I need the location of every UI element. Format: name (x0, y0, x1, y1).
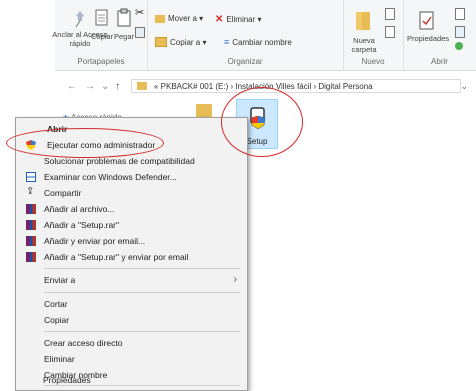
winrar-icon (26, 236, 36, 246)
menu-item-add-and-email[interactable]: Añadir y enviar por email... (16, 233, 247, 249)
move-to-icon (155, 14, 165, 23)
menu-item-add-to-setup-rar[interactable]: Añadir a "Setup.rar" (16, 217, 247, 233)
rename-button[interactable]: ≡ Cambiar nombre (224, 37, 292, 47)
winrar-icon (26, 220, 36, 230)
menu-item-label: Añadir a "Setup.rar" y enviar por email (44, 252, 189, 262)
ribbon-group-new: Nueva carpeta Nuevo (343, 0, 404, 70)
properties-button[interactable]: Propiedades (407, 10, 450, 43)
address-field[interactable]: « PKBACK# 001 (E:) › Instalación Villes … (131, 79, 461, 93)
annotation-ellipse-setup (221, 87, 303, 157)
menu-item-send-to[interactable]: Enviar a › (16, 272, 247, 288)
new-item-icon[interactable] (385, 8, 395, 20)
annotation-ellipse-run-as-admin (6, 128, 164, 158)
address-folder-icon (137, 82, 147, 90)
menu-separator (44, 268, 240, 269)
copy-to-label: Copiar a ▾ (170, 37, 207, 47)
copy-path-icon[interactable] (135, 27, 145, 38)
back-arrow-icon[interactable]: ← (67, 81, 77, 92)
new-folder-icon (356, 12, 370, 30)
delete-icon: ✕ (215, 14, 224, 25)
ribbon: Anclar al Acceso rápido Copiar Pegar ✂ P… (52, 0, 476, 71)
menu-item-label: Añadir al archivo... (44, 204, 115, 214)
menu-item-label: Añadir y enviar por email... (44, 236, 146, 246)
menu-separator (44, 292, 240, 293)
delete-button[interactable]: ✕ Eliminar ▾ (215, 14, 262, 25)
menu-item-properties[interactable]: Propiedades (15, 372, 246, 388)
rename-label: Cambiar nombre (232, 37, 292, 47)
cut-icon[interactable]: ✂ (135, 6, 144, 19)
menu-item-add-to-archive[interactable]: Añadir al archivo... (16, 201, 247, 217)
recent-chevron-icon[interactable]: ⌄ (101, 81, 109, 92)
open-icon[interactable] (455, 8, 465, 20)
winrar-icon (26, 252, 36, 262)
paste-button[interactable]: Pegar (113, 8, 135, 41)
properties-label: Propiedades (407, 34, 450, 43)
paste-icon (117, 8, 131, 27)
share-icon: ⇪ (26, 186, 35, 197)
menu-item-create-shortcut[interactable]: Crear acceso directo (16, 335, 247, 351)
copy-to-icon (155, 37, 167, 47)
menu-item-add-setup-rar-and-email[interactable]: Añadir a "Setup.rar" y enviar por email (16, 249, 247, 265)
easy-access-icon[interactable] (385, 26, 395, 38)
ribbon-group-organize: Mover a ▾ ✕ Eliminar ▾ Copiar a ▾ ≡ Camb… (147, 0, 344, 70)
pin-icon (75, 11, 84, 28)
forward-arrow-icon[interactable]: → (85, 81, 95, 92)
menu-item-defender[interactable]: Examinar con Windows Defender... (16, 169, 247, 185)
menu-item-label: Propiedades (43, 375, 91, 385)
menu-separator (44, 331, 240, 332)
new-folder-button[interactable]: Nueva carpeta (347, 8, 381, 54)
address-dropdown-icon[interactable]: ⌄ (460, 81, 468, 92)
edit-icon[interactable] (455, 26, 465, 38)
submenu-arrow-icon: › (233, 274, 237, 285)
menu-item-label: Cortar (44, 299, 68, 309)
menu-item-label: Crear acceso directo (44, 338, 123, 348)
ribbon-group-open: Propiedades Abrir (403, 0, 476, 70)
open-group-label: Abrir (431, 57, 448, 66)
menu-item-label: Copiar (44, 315, 70, 325)
up-arrow-icon[interactable]: ↑ (115, 81, 120, 92)
rename-icon: ≡ (224, 37, 230, 47)
winrar-icon (26, 204, 36, 214)
organize-group-label: Organizar (227, 57, 263, 66)
menu-item-label: Enviar a (44, 275, 76, 285)
defender-icon (26, 172, 36, 182)
delete-label: Eliminar ▾ (226, 15, 262, 24)
history-icon[interactable] (455, 42, 463, 50)
menu-item-delete[interactable]: Eliminar (16, 351, 247, 367)
new-group-label: Nuevo (361, 57, 385, 66)
copy-icon (95, 9, 108, 26)
paste-label: Pegar (113, 32, 134, 41)
new-folder-label: Nueva carpeta (351, 36, 377, 54)
copy-button[interactable]: Copiar (91, 8, 113, 41)
ribbon-group-clipboard: Anclar al Acceso rápido Copiar Pegar ✂ P… (52, 0, 148, 70)
move-to-label: Mover a ▾ (168, 14, 204, 23)
context-menu: Abrir Ejecutar como administrador Soluci… (15, 117, 248, 391)
menu-item-label: Añadir a "Setup.rar" (44, 220, 120, 230)
menu-item-label: Eliminar (44, 354, 75, 364)
menu-item-share[interactable]: ⇪ Compartir (16, 185, 247, 201)
copy-to-button[interactable]: Copiar a ▾ (155, 37, 206, 47)
clipboard-group-label: Portapapeles (77, 57, 125, 66)
menu-item-label: Compartir (44, 188, 82, 198)
menu-item-copy[interactable]: Copiar (16, 312, 247, 328)
menu-item-cut[interactable]: Cortar (16, 296, 247, 312)
move-to-button[interactable]: Mover a ▾ (155, 14, 203, 23)
menu-item-label: Examinar con Windows Defender... (44, 172, 177, 182)
properties-icon (419, 11, 434, 30)
folder-icon[interactable] (196, 104, 212, 118)
copy-label: Copiar (91, 32, 114, 41)
